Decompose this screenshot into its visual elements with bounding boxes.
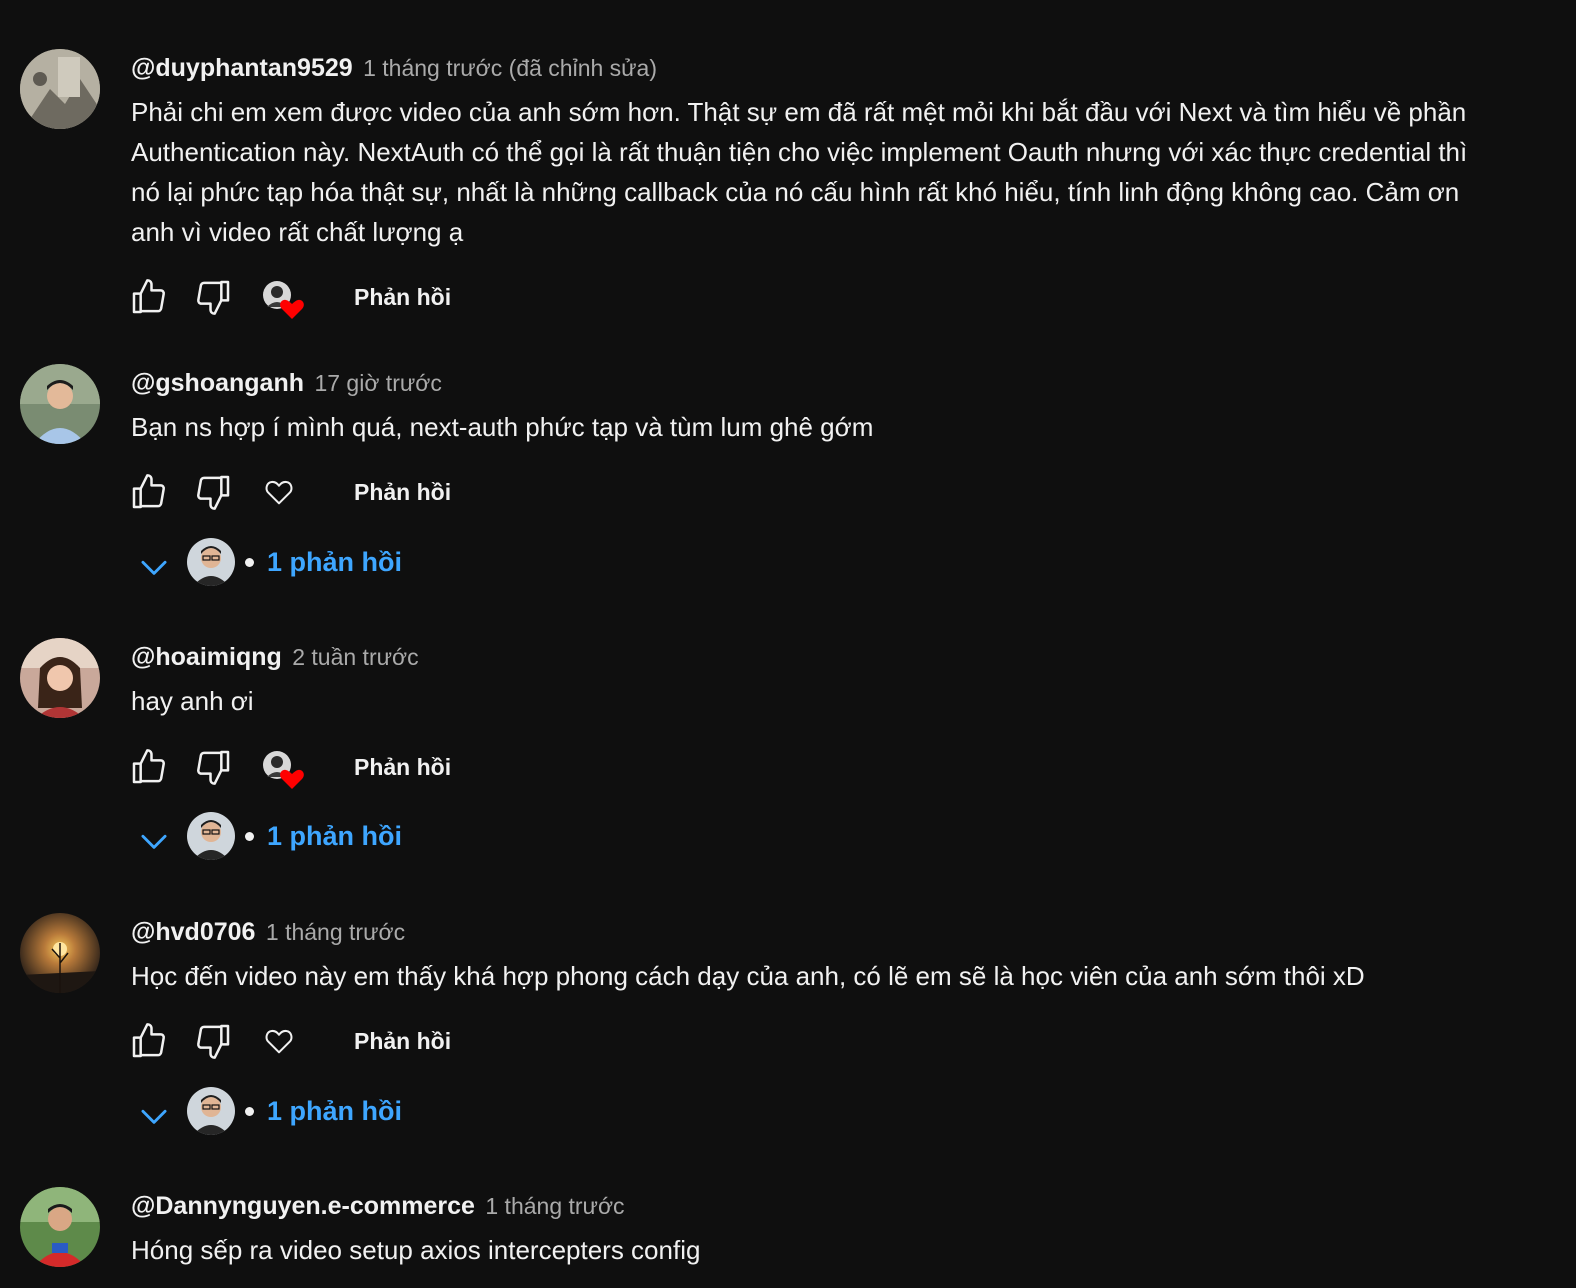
thumbs-up-icon — [132, 1023, 165, 1058]
view-replies-button[interactable]: 1 phản hồi — [135, 1087, 535, 1137]
reply-button[interactable]: Phản hồi — [354, 475, 451, 509]
thumbs-up-icon — [132, 749, 165, 784]
comment-actions: Phản hồi — [127, 470, 527, 514]
dislike-button[interactable] — [191, 470, 235, 514]
author-name[interactable]: @gshoanganh — [131, 369, 304, 397]
comment-header: @hoaimiqng 2 tuần trước — [131, 642, 419, 676]
heart-icon — [280, 769, 304, 789]
comment-actions: Phản hồi — [127, 745, 527, 789]
replies-count[interactable]: 1 phản hồi — [267, 544, 402, 580]
comment-text: Hóng sếp ra video setup axios intercepte… — [131, 1235, 701, 1265]
chevron-down-icon — [141, 560, 167, 575]
thumbs-down-icon — [197, 280, 230, 315]
creator-heart-badge[interactable] — [261, 745, 311, 789]
reply-button[interactable]: Phản hồi — [354, 1024, 451, 1058]
comment-header: @gshoanganh 17 giờ trước — [131, 368, 442, 402]
like-button[interactable] — [127, 1019, 171, 1063]
comment-time[interactable]: 1 tháng trước (đã chỉnh sửa) — [363, 55, 657, 81]
avatar[interactable] — [20, 364, 100, 444]
reply-button[interactable]: Phản hồi — [354, 280, 451, 314]
avatar[interactable] — [20, 49, 100, 129]
creator-avatar — [187, 538, 235, 586]
like-button[interactable] — [127, 275, 171, 319]
comment-text: hay anh ơi — [131, 686, 254, 716]
separator-dot — [245, 832, 254, 841]
comment-text: Học đến video này em thấy khá hợp phong … — [131, 961, 1365, 991]
dislike-button[interactable] — [191, 745, 235, 789]
view-replies-button[interactable]: 1 phản hồi — [135, 538, 535, 588]
author-name[interactable]: @hoaimiqng — [131, 643, 282, 671]
chevron-down-icon — [141, 834, 167, 849]
creator-avatar — [187, 1087, 235, 1135]
author-name[interactable]: @hvd0706 — [131, 918, 255, 946]
dislike-button[interactable] — [191, 275, 235, 319]
chevron-down-icon — [141, 1109, 167, 1124]
replies-count[interactable]: 1 phản hồi — [267, 818, 402, 854]
thumbs-down-icon — [197, 750, 230, 785]
replies-count[interactable]: 1 phản hồi — [267, 1093, 402, 1129]
separator-dot — [245, 558, 254, 567]
comment-actions: Phản hồi — [127, 1019, 527, 1063]
comment-header: @hvd0706 1 tháng trước — [131, 917, 405, 951]
separator-dot — [245, 1107, 254, 1116]
thumbs-down-icon — [197, 475, 230, 510]
comment-text: Phải chi em xem được video của anh sớm h… — [131, 97, 1468, 247]
avatar[interactable] — [20, 1187, 100, 1267]
like-button[interactable] — [127, 745, 171, 789]
heart-icon — [265, 480, 293, 505]
heart-icon — [280, 299, 304, 319]
avatar[interactable] — [20, 913, 100, 993]
comment-time[interactable]: 1 tháng trước — [485, 1193, 624, 1219]
avatar[interactable] — [20, 638, 100, 718]
comment-header: @Dannynguyen.e-commerce 1 tháng trước — [131, 1191, 625, 1225]
comment-time[interactable]: 1 tháng trước — [266, 919, 405, 945]
creator-heart-badge[interactable] — [261, 275, 311, 319]
author-name[interactable]: @Dannynguyen.e-commerce — [131, 1192, 475, 1220]
comment-time[interactable]: 17 giờ trước — [314, 370, 441, 396]
thumbs-down-icon — [197, 1024, 230, 1059]
heart-icon — [265, 1029, 293, 1054]
heart-button[interactable] — [257, 470, 301, 514]
like-button[interactable] — [127, 470, 171, 514]
view-replies-button[interactable]: 1 phản hồi — [135, 812, 535, 862]
author-name[interactable]: @duyphantan9529 — [131, 54, 353, 82]
thumbs-up-icon — [132, 474, 165, 509]
comment-text: Bạn ns hợp í mình quá, next-auth phức tạ… — [131, 412, 874, 442]
comment-header: @duyphantan9529 1 tháng trước (đã chỉnh … — [131, 53, 657, 87]
heart-button[interactable] — [257, 1019, 301, 1063]
creator-avatar — [187, 812, 235, 860]
reply-button[interactable]: Phản hồi — [354, 750, 451, 784]
comment-time[interactable]: 2 tuần trước — [292, 644, 418, 670]
dislike-button[interactable] — [191, 1019, 235, 1063]
thumbs-up-icon — [132, 279, 165, 314]
comment-actions: Phản hồi — [127, 275, 527, 319]
